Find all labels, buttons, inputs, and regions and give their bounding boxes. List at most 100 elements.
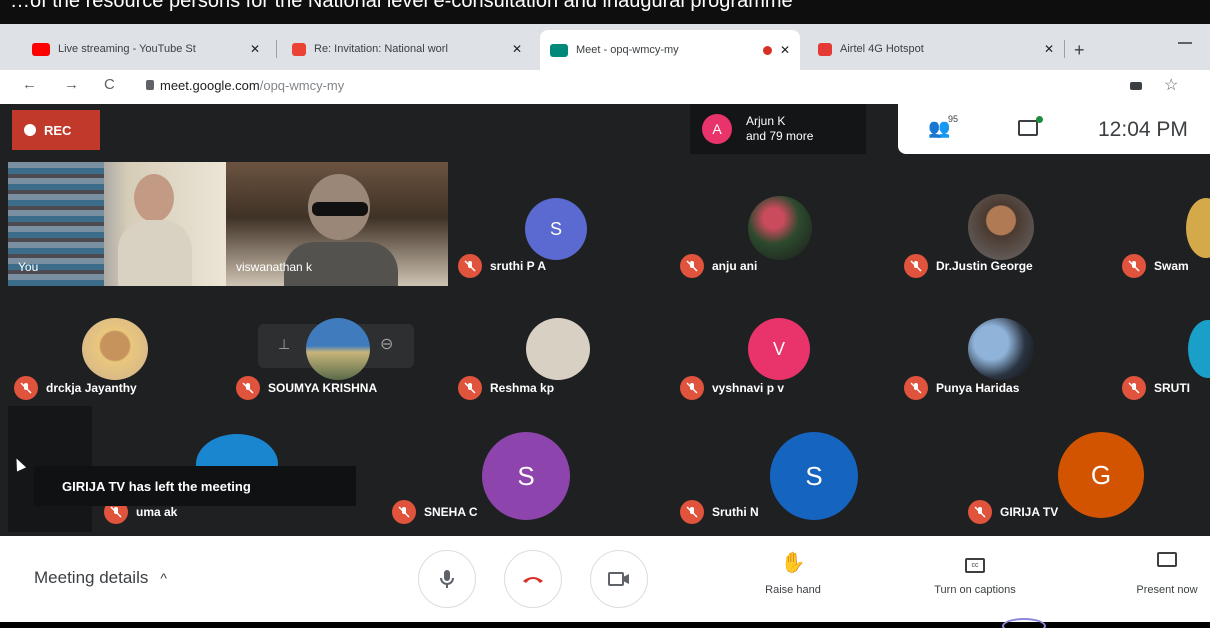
- person-head: [134, 174, 174, 222]
- tab-gmail[interactable]: Re: Invitation: National worl ✕: [282, 32, 532, 66]
- participant-name: uma ak: [136, 505, 178, 519]
- joined-name: Arjun K: [746, 114, 786, 128]
- avatar: V: [748, 318, 810, 380]
- tab-airtel[interactable]: Airtel 4G Hotspot ✕: [808, 32, 1064, 66]
- participant-anju-ani[interactable]: anju ani: [680, 254, 757, 278]
- video-tile-label: You: [18, 260, 39, 274]
- participant-name: vyshnavi p v: [712, 381, 785, 395]
- reload-icon[interactable]: C: [104, 76, 115, 93]
- avatar: S: [482, 432, 570, 520]
- close-icon[interactable]: ✕: [512, 42, 522, 56]
- present-label: Present now: [1136, 584, 1198, 596]
- video-tile-you[interactable]: You: [8, 162, 226, 286]
- participant-justin-george[interactable]: Dr.Justin George: [904, 254, 1033, 278]
- tab-title: Re: Invitation: National worl: [314, 43, 448, 55]
- participant-name: Punya Haridas: [936, 381, 1020, 395]
- present-now-button[interactable]: Present now: [1112, 550, 1210, 596]
- participant-girija-tv[interactable]: GIRIJA TV: [968, 500, 1058, 524]
- avatar: [306, 318, 370, 380]
- meeting-controls-bar: Meeting details ^ ✋ Raise hand cc Turn on…: [0, 536, 1210, 628]
- avatar: [968, 194, 1034, 260]
- close-icon[interactable]: ✕: [780, 43, 790, 57]
- present-icon: [1157, 552, 1177, 567]
- video-tile-label: viswanathan k: [236, 260, 313, 274]
- participant-vyshnavi-pv[interactable]: vyshnavi p v: [680, 376, 784, 400]
- captions-icon: cc: [965, 558, 985, 573]
- forward-icon[interactable]: →: [64, 76, 79, 93]
- meeting-clock: 12:04 PM: [1098, 118, 1188, 141]
- top-caption-strip: …of the resource persons for the Nationa…: [0, 0, 1210, 24]
- screen: …of the resource persons for the Nationa…: [0, 0, 1210, 628]
- avatar: S: [525, 198, 587, 260]
- left-meeting-toast: GIRIJA TV has left the meeting: [34, 466, 356, 506]
- captions-button[interactable]: cc Turn on captions: [920, 550, 1030, 596]
- tab-youtube[interactable]: Live streaming - YouTube St ✕: [22, 32, 270, 66]
- joined-notification[interactable]: A Arjun K and 79 more: [690, 104, 866, 154]
- participant-swam[interactable]: Swam: [1122, 254, 1189, 278]
- mic-off-icon: [1122, 376, 1146, 400]
- video-tile-viswanathan[interactable]: viswanathan k: [226, 162, 448, 286]
- participant-name: drckja Jayanthy: [46, 381, 137, 395]
- meeting-grid: REC A Arjun K and 79 more 👥 95 12:04 PM …: [0, 104, 1210, 536]
- leave-call-button[interactable]: [504, 550, 562, 608]
- participant-drckja-jayanthy[interactable]: drckja Jayanthy: [14, 376, 137, 400]
- participant-soumya-krishna[interactable]: SOUMYA KRISHNA: [236, 376, 377, 400]
- meeting-details-button[interactable]: Meeting details ^: [34, 568, 167, 588]
- close-icon[interactable]: ✕: [1044, 42, 1054, 56]
- tab-title: Live streaming - YouTube St: [58, 43, 196, 55]
- minimize-icon[interactable]: [1178, 42, 1192, 44]
- avatar: [1186, 198, 1210, 258]
- participant-name: Reshma kp: [490, 381, 555, 395]
- avatar: [526, 318, 590, 380]
- address-bar: ← → C meet.google.com/opq-wmcy-my ☆: [0, 70, 1210, 104]
- participant-sneha-c[interactable]: SNEHA C: [392, 500, 478, 524]
- back-icon[interactable]: ←: [22, 76, 37, 93]
- url-host: meet.google.com: [160, 78, 260, 93]
- top-caption-text: …of the resource persons for the Nationa…: [10, 0, 793, 12]
- url-field[interactable]: meet.google.com/opq-wmcy-my: [160, 78, 344, 93]
- microphone-icon: [440, 570, 454, 588]
- tab-separator: [1064, 40, 1065, 58]
- close-icon[interactable]: ✕: [250, 42, 260, 56]
- chat-icon[interactable]: [1018, 120, 1038, 136]
- mic-off-icon: [236, 376, 260, 400]
- lock-icon: [146, 80, 154, 90]
- meeting-info-panel: 👥 95 12:04 PM: [898, 104, 1210, 154]
- participant-name: SRUTI: [1154, 381, 1190, 395]
- mic-off-icon: [392, 500, 416, 524]
- participant-name: SOUMYA KRISHNA: [268, 381, 378, 395]
- participant-punya-haridas[interactable]: Punya Haridas: [904, 376, 1019, 400]
- captions-label: Turn on captions: [934, 584, 1016, 596]
- participant-sruthi-pa[interactable]: sruthi P A: [458, 254, 546, 278]
- rec-label: REC: [44, 122, 72, 138]
- meeting-details-label: Meeting details: [34, 568, 149, 587]
- pin-icon[interactable]: ⊥: [278, 336, 290, 353]
- camera-indicator-icon[interactable]: [1130, 82, 1142, 90]
- youtube-icon: [32, 42, 50, 56]
- mic-off-icon: [904, 376, 928, 400]
- raise-hand-button[interactable]: ✋ Raise hand: [738, 550, 848, 596]
- participant-sruthi-n[interactable]: Sruthi N: [680, 500, 759, 524]
- hand-icon: ✋: [780, 552, 806, 574]
- joined-more: and 79 more: [746, 129, 814, 143]
- microphone-button[interactable]: [418, 550, 476, 608]
- tab-meet[interactable]: Meet - opq-wmcy-my ✕: [540, 30, 800, 70]
- person-body: [118, 220, 192, 286]
- participant-sruti[interactable]: SRUTI: [1122, 376, 1190, 400]
- mic-off-icon: [680, 254, 704, 278]
- mic-off-icon: [968, 500, 992, 524]
- remove-icon[interactable]: ⊖: [380, 334, 393, 354]
- camera-button[interactable]: [590, 550, 648, 608]
- new-tab-button[interactable]: +: [1074, 40, 1085, 61]
- url-path: /opq-wmcy-my: [259, 78, 345, 93]
- participant-name: Sruthi N: [712, 505, 759, 519]
- participant-reshma-kp[interactable]: Reshma kp: [458, 376, 554, 400]
- participant-name: GIRIJA TV: [1000, 505, 1059, 519]
- participant-name: Dr.Justin George: [936, 259, 1033, 273]
- avatar: [82, 318, 148, 380]
- sunglasses: [312, 202, 368, 216]
- people-count: 95: [948, 114, 959, 124]
- chevron-up-icon: ^: [160, 570, 167, 586]
- bookmark-star-icon[interactable]: ☆: [1164, 75, 1178, 95]
- avatar: [1188, 320, 1210, 378]
